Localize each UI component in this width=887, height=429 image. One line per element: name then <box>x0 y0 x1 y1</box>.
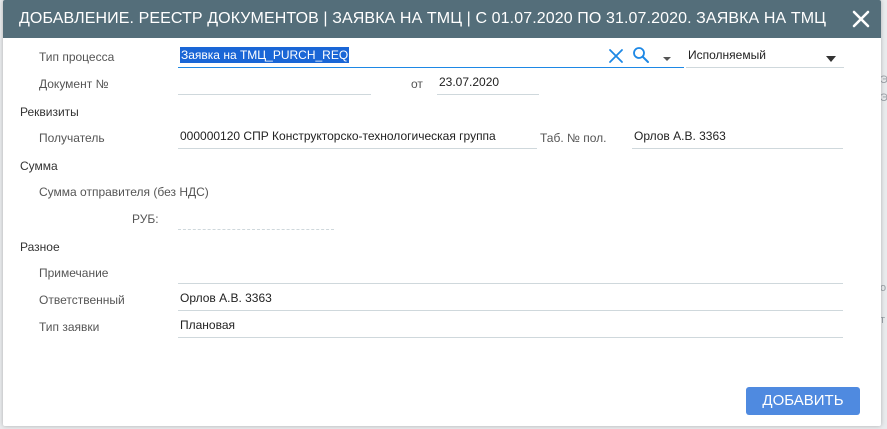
section-amount: Сумма <box>20 159 58 173</box>
dialog-title: ДОБАВЛЕНИЕ. РЕЕСТР ДОКУМЕНТОВ | ЗАЯВКА Н… <box>19 10 827 27</box>
process-type-label: Тип процесса <box>39 50 115 64</box>
recipient-input[interactable]: 000000120 СПР Конструкторско-технологиче… <box>178 125 537 149</box>
date-input[interactable]: 23.07.2020 <box>437 71 539 95</box>
section-misc: Разное <box>20 240 60 254</box>
document-number-input[interactable] <box>178 71 371 95</box>
background-hint-right: Э <box>880 74 887 86</box>
note-input[interactable] <box>178 260 843 284</box>
add-document-dialog: ДОБАВЛЕНИЕ. РЕЕСТР ДОКУМЕНТОВ | ЗАЯВКА Н… <box>3 0 881 426</box>
currency-amount-input[interactable] <box>178 206 334 230</box>
tab-number-input[interactable]: Орлов А.В. 3363 <box>632 125 843 149</box>
recipient-label: Получатель <box>39 131 105 145</box>
process-status-value: Исполняемый <box>688 48 766 62</box>
close-icon[interactable] <box>849 7 873 31</box>
currency-label: РУБ: <box>132 212 159 226</box>
process-status-select[interactable]: Исполняемый <box>686 44 844 68</box>
section-requisites: Реквизиты <box>20 105 79 119</box>
note-label: Примечание <box>39 266 109 280</box>
dialog-titlebar: ДОБАВЛЕНИЕ. РЕЕСТР ДОКУМЕНТОВ | ЗАЯВКА Н… <box>3 0 881 38</box>
background-hint-right: Э <box>880 92 887 104</box>
date-from-label: от <box>411 77 423 91</box>
responsible-label: Ответственный <box>39 293 125 307</box>
request-type-label: Тип заявки <box>39 320 100 334</box>
tab-number-label: Таб. № пол. <box>540 131 607 145</box>
responsible-input[interactable]: Орлов А.В. 3363 <box>178 287 843 311</box>
search-icon[interactable] <box>632 46 650 64</box>
sender-amount-label: Сумма отправителя (без НДС) <box>39 185 209 199</box>
document-number-label: Документ № <box>39 77 109 91</box>
chevron-down-icon[interactable] <box>661 52 673 61</box>
status-chevron-down-icon[interactable] <box>825 52 837 62</box>
clear-icon[interactable] <box>608 48 624 64</box>
request-type-input[interactable]: Плановая <box>178 314 843 338</box>
add-button[interactable]: ДОБАВИТЬ <box>746 387 860 415</box>
process-type-value: Заявка на ТМЦ_PURCH_REQ <box>180 47 350 63</box>
